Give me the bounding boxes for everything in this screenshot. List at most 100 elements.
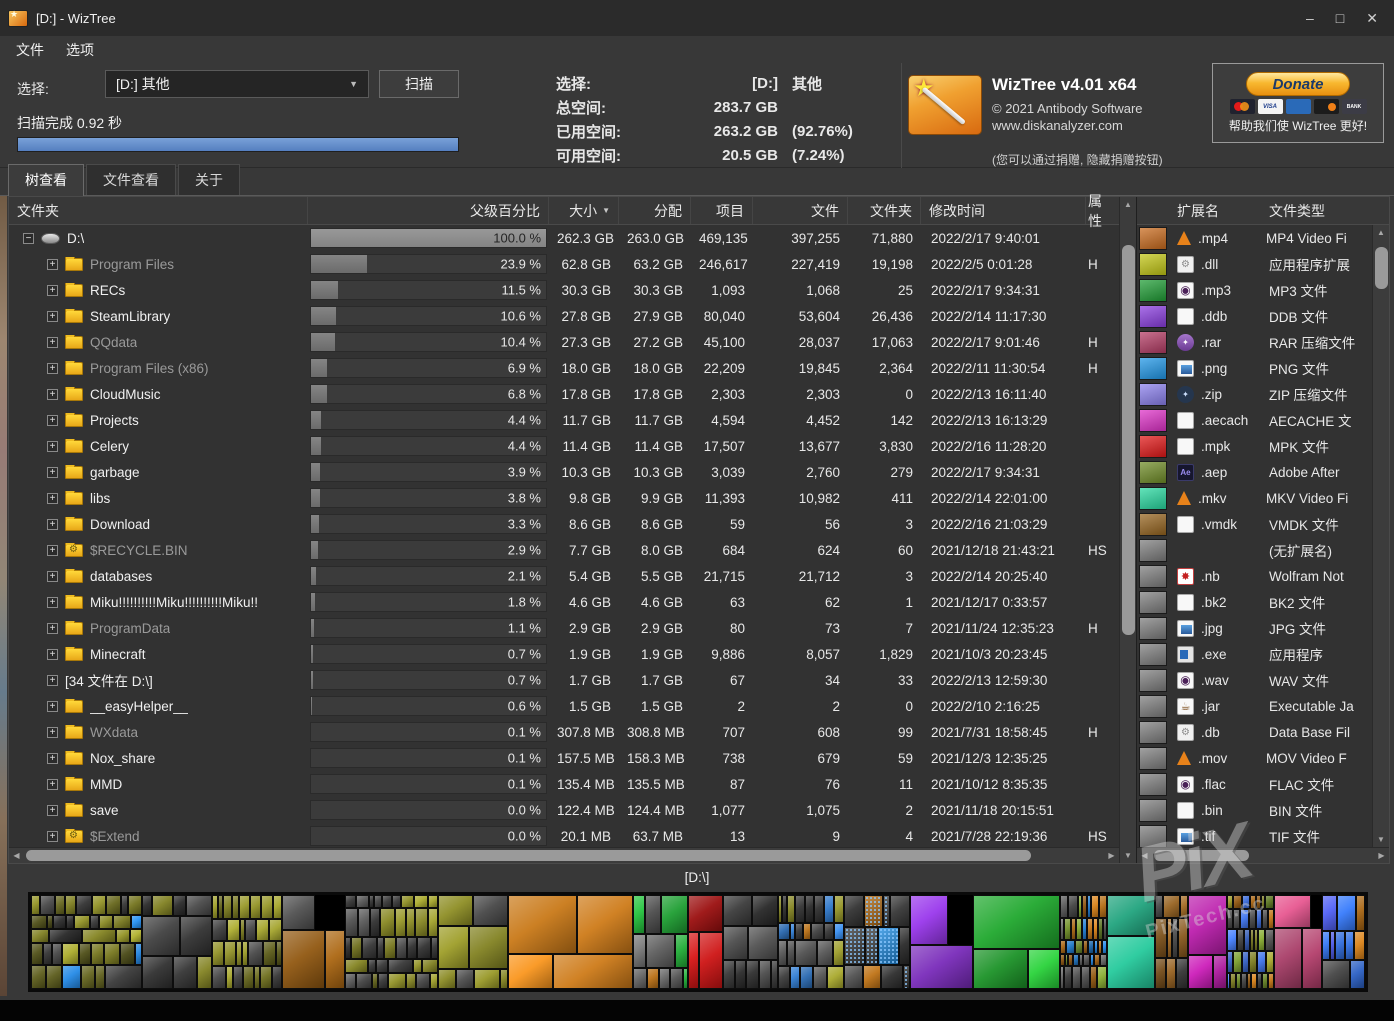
scroll-up-icon[interactable]: ▲	[1373, 225, 1389, 240]
vscroll-thumb[interactable]	[1122, 245, 1135, 635]
table-row[interactable]: +$Extend0.0 %20.1 MB63.7 MB13942021/7/28…	[9, 823, 1119, 847]
list-item[interactable]: .mp4MP4 Video Fi	[1137, 225, 1372, 251]
expander-icon[interactable]: +	[47, 675, 58, 686]
expander-icon[interactable]: +	[47, 285, 58, 296]
list-item[interactable]: .bk2BK2 文件	[1137, 589, 1372, 615]
list-item[interactable]: ☕.jarExecutable Ja	[1137, 693, 1372, 719]
expander-icon[interactable]: +	[47, 727, 58, 738]
expander-icon[interactable]: +	[47, 831, 58, 842]
expander-icon[interactable]: +	[47, 701, 58, 712]
table-row[interactable]: +WXdata0.1 %307.8 MB308.8 MB707608992021…	[9, 719, 1119, 745]
scroll-up-icon[interactable]: ▲	[1120, 197, 1136, 212]
treemap[interactable]	[28, 892, 1368, 992]
column-header-modified[interactable]: 修改时间	[921, 197, 1086, 224]
list-item[interactable]: .mpkMPK 文件	[1137, 433, 1372, 459]
list-item[interactable]: ✦.zipZIP 压缩文件	[1137, 381, 1372, 407]
tab-tree-view[interactable]: 树查看	[8, 164, 84, 196]
list-item[interactable]: .jpgJPG 文件	[1137, 615, 1372, 641]
ext-hscroll-thumb[interactable]	[1154, 850, 1249, 861]
scroll-right-icon[interactable]: ▶	[1104, 848, 1119, 863]
expander-icon[interactable]: +	[47, 363, 58, 374]
column-header-folder[interactable]: 文件夹	[9, 197, 308, 224]
list-item[interactable]: ◉.wavWAV 文件	[1137, 667, 1372, 693]
expander-icon[interactable]: +	[47, 259, 58, 270]
expander-icon[interactable]: +	[47, 415, 58, 426]
expander-icon[interactable]: +	[47, 389, 58, 400]
list-item[interactable]: ◉.flacFLAC 文件	[1137, 771, 1372, 797]
expander-icon[interactable]: +	[47, 545, 58, 556]
list-item[interactable]: .aecachAECACHE 文	[1137, 407, 1372, 433]
expander-icon[interactable]: +	[47, 493, 58, 504]
scroll-left-icon[interactable]: ◀	[9, 848, 24, 863]
table-row[interactable]: +Celery4.4 %11.4 GB11.4 GB17,50713,6773,…	[9, 433, 1119, 459]
scroll-right-icon[interactable]: ▶	[1374, 848, 1389, 863]
list-item[interactable]: (无扩展名)	[1137, 537, 1372, 563]
list-item[interactable]: ⚙.dbData Base Fil	[1137, 719, 1372, 745]
minimize-button[interactable]: –	[1306, 10, 1314, 27]
expander-icon[interactable]: +	[47, 623, 58, 634]
table-row[interactable]: +garbage3.9 %10.3 GB10.3 GB3,0392,760279…	[9, 459, 1119, 485]
expander-icon[interactable]: +	[47, 519, 58, 530]
table-row[interactable]: +__easyHelper__0.6 %1.5 GB1.5 GB2202022/…	[9, 693, 1119, 719]
close-button[interactable]: ✕	[1366, 10, 1378, 27]
menu-item-options[interactable]: 选项	[66, 40, 94, 60]
table-row[interactable]: +CloudMusic6.8 %17.8 GB17.8 GB2,3032,303…	[9, 381, 1119, 407]
table-row[interactable]: +Projects4.4 %11.7 GB11.7 GB4,5944,45214…	[9, 407, 1119, 433]
list-item[interactable]: .ddbDDB 文件	[1137, 303, 1372, 329]
column-header-files[interactable]: 文件	[753, 197, 848, 224]
table-row[interactable]: +RECs11.5 %30.3 GB30.3 GB1,0931,06825202…	[9, 277, 1119, 303]
hscroll-thumb[interactable]	[26, 850, 1031, 861]
column-header-parent-percent[interactable]: 父级百分比	[308, 197, 549, 224]
list-item[interactable]: .mkvMKV Video Fi	[1137, 485, 1372, 511]
table-row[interactable]: +libs3.8 %9.8 GB9.9 GB11,39310,982411202…	[9, 485, 1119, 511]
table-row[interactable]: +ProgramData1.1 %2.9 GB2.9 GB807372021/1…	[9, 615, 1119, 641]
drive-dropdown[interactable]: [D:] 其他 ▼	[105, 70, 369, 98]
list-item[interactable]: ⚙.dll应用程序扩展	[1137, 251, 1372, 277]
table-row[interactable]: +SteamLibrary10.6 %27.8 GB27.9 GB80,0405…	[9, 303, 1119, 329]
table-row[interactable]: +[34 文件在 D:\]0.7 %1.7 GB1.7 GB6734332022…	[9, 667, 1119, 693]
column-header-folders[interactable]: 文件夹	[848, 197, 921, 224]
donate-button[interactable]: Donate	[1246, 72, 1350, 96]
table-row[interactable]: +databases2.1 %5.4 GB5.5 GB21,71521,7123…	[9, 563, 1119, 589]
tab-about[interactable]: 关于	[178, 164, 240, 196]
list-item[interactable]: .exe应用程序	[1137, 641, 1372, 667]
list-item[interactable]: .vmdkVMDK 文件	[1137, 511, 1372, 537]
scan-button[interactable]: 扫描	[379, 70, 459, 98]
table-row[interactable]: +Program Files (x86)6.9 %18.0 GB18.0 GB2…	[9, 355, 1119, 381]
table-row[interactable]: +QQdata10.4 %27.3 GB27.2 GB45,10028,0371…	[9, 329, 1119, 355]
list-item[interactable]: ◉.mp3MP3 文件	[1137, 277, 1372, 303]
table-row[interactable]: +MMD0.1 %135.4 MB135.5 MB8776112021/10/1…	[9, 771, 1119, 797]
maximize-button[interactable]: □	[1336, 10, 1344, 27]
scroll-down-icon[interactable]: ▼	[1373, 832, 1389, 847]
scroll-down-icon[interactable]: ▼	[1120, 848, 1136, 863]
expander-icon[interactable]: +	[47, 779, 58, 790]
tab-file-view[interactable]: 文件查看	[86, 164, 176, 196]
table-row[interactable]: +Download3.3 %8.6 GB8.6 GB595632022/2/16…	[9, 511, 1119, 537]
list-item[interactable]: .movMOV Video F	[1137, 745, 1372, 771]
table-row[interactable]: −D:\100.0 %262.3 GB263.0 GB469,135397,25…	[9, 225, 1119, 251]
list-item[interactable]: Ae.aepAdobe After	[1137, 459, 1372, 485]
column-header-filetype[interactable]: 文件类型	[1269, 201, 1389, 221]
ext-vscroll-thumb[interactable]	[1375, 247, 1388, 289]
column-header-items[interactable]: 项目	[691, 197, 753, 224]
table-row[interactable]: +Miku!!!!!!!!!!Miku!!!!!!!!!!Miku!!1.8 %…	[9, 589, 1119, 615]
table-row[interactable]: +Nox_share0.1 %157.5 MB158.3 MB738679592…	[9, 745, 1119, 771]
table-row[interactable]: +$RECYCLE.BIN2.9 %7.7 GB8.0 GB6846246020…	[9, 537, 1119, 563]
column-header-allocated[interactable]: 分配	[619, 197, 691, 224]
list-item[interactable]: ✦.rarRAR 压缩文件	[1137, 329, 1372, 355]
table-row[interactable]: +Program Files23.9 %62.8 GB63.2 GB246,61…	[9, 251, 1119, 277]
column-header-extension[interactable]: 扩展名	[1177, 201, 1269, 221]
expander-icon[interactable]: +	[47, 805, 58, 816]
column-header-attributes[interactable]: 属性	[1086, 197, 1112, 224]
expander-icon[interactable]: +	[47, 467, 58, 478]
scroll-left-icon[interactable]: ◀	[1137, 848, 1152, 863]
list-item[interactable]: ✸.nbWolfram Not	[1137, 563, 1372, 589]
list-item[interactable]: .pngPNG 文件	[1137, 355, 1372, 381]
expander-icon[interactable]: +	[47, 753, 58, 764]
expander-icon[interactable]: +	[47, 597, 58, 608]
expander-icon[interactable]: +	[47, 649, 58, 660]
table-row[interactable]: +Minecraft0.7 %1.9 GB1.9 GB9,8868,0571,8…	[9, 641, 1119, 667]
expander-icon[interactable]: −	[23, 233, 34, 244]
list-item[interactable]: .binBIN 文件	[1137, 797, 1372, 823]
column-header-size[interactable]: 大小▼	[549, 197, 619, 224]
